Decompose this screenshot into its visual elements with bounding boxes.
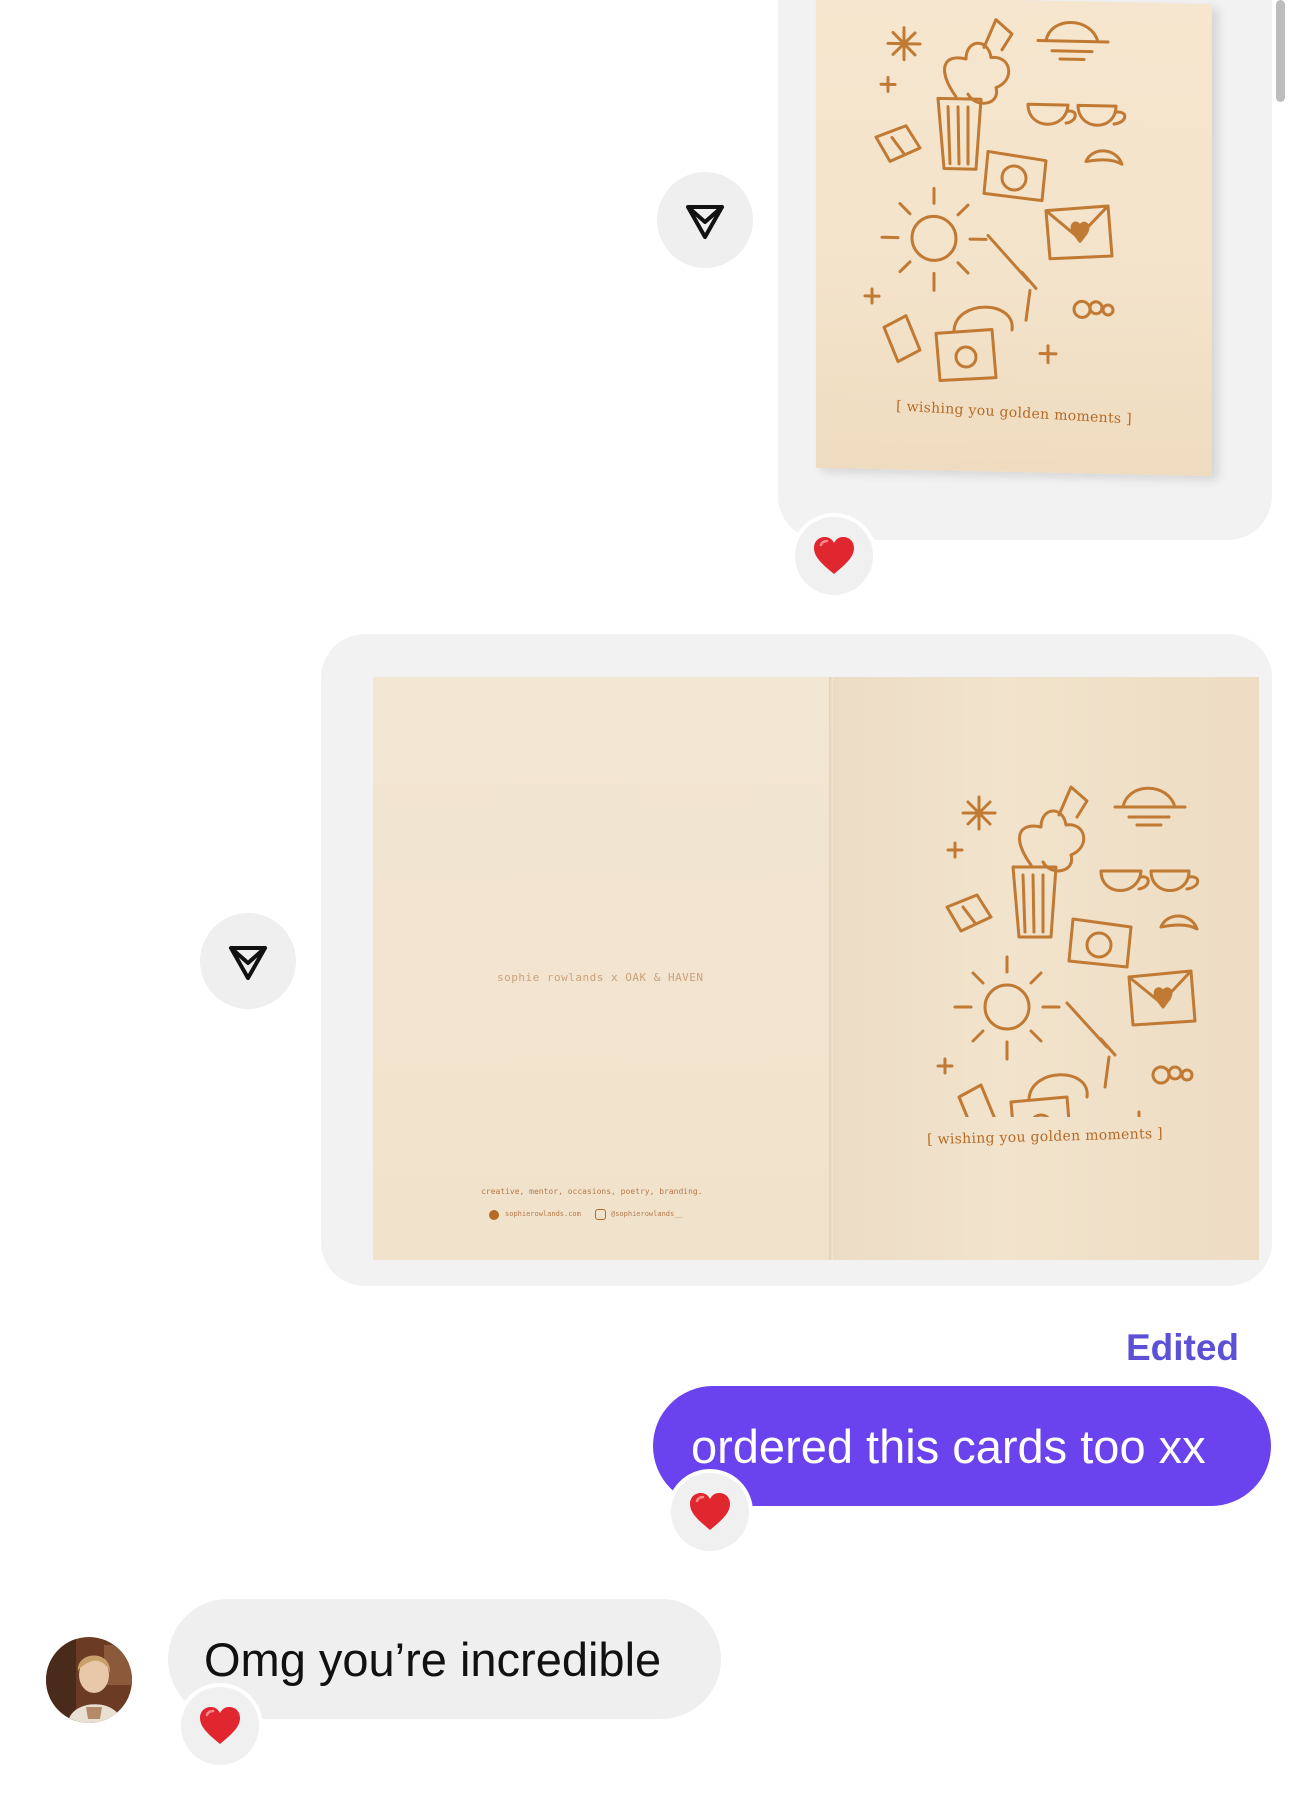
card-back-image: sophie rowlands x OAK & HAVEN creative, … [373,677,831,1260]
avatar-photo [46,1637,132,1723]
heart-reaction[interactable] [791,513,877,599]
card-tagline: creative, mentor, occasions, poetry, bra… [481,1187,703,1196]
heart-reaction[interactable] [177,1683,263,1769]
card-illustration [863,18,1127,382]
card-brand-text: sophie rowlands x OAK & HAVEN [497,971,704,984]
heart-icon [690,1493,730,1530]
card-illustration [936,785,1200,1117]
received-message-text: Omg you’re incredible [204,1632,662,1686]
heart-reaction[interactable] [667,1469,753,1555]
instagram-icon [595,1209,606,1220]
card-front-image: [ wishing you golden moments ] [816,0,1212,477]
card-front-image: [ wishing you golden moments ] [831,677,1259,1260]
website-icon [489,1210,499,1220]
share-button[interactable] [200,913,296,1009]
contact-avatar[interactable] [46,1637,132,1723]
share-button[interactable] [657,172,753,268]
chat-screen: [ wishing you golden moments ] sophie ro… [0,0,1289,1804]
scrollbar[interactable] [1276,0,1285,102]
media-message-card-front[interactable]: [ wishing you golden moments ] [778,0,1272,540]
card-caption: [ wishing you golden moments ] [926,1125,1164,1149]
send-icon [686,205,724,239]
card-fold [829,677,833,1260]
heart-icon [200,1707,240,1744]
media-message-card-spread[interactable]: sophie rowlands x OAK & HAVEN creative, … [321,634,1272,1286]
card-website: sophierowlands.com [505,1210,581,1218]
card-handle: @sophierowlands__ [611,1210,683,1218]
send-icon [229,946,267,980]
heart-icon [814,537,854,574]
sent-message-text: ordered this cards too xx [691,1419,1206,1473]
edited-label: Edited [1125,1327,1239,1368]
